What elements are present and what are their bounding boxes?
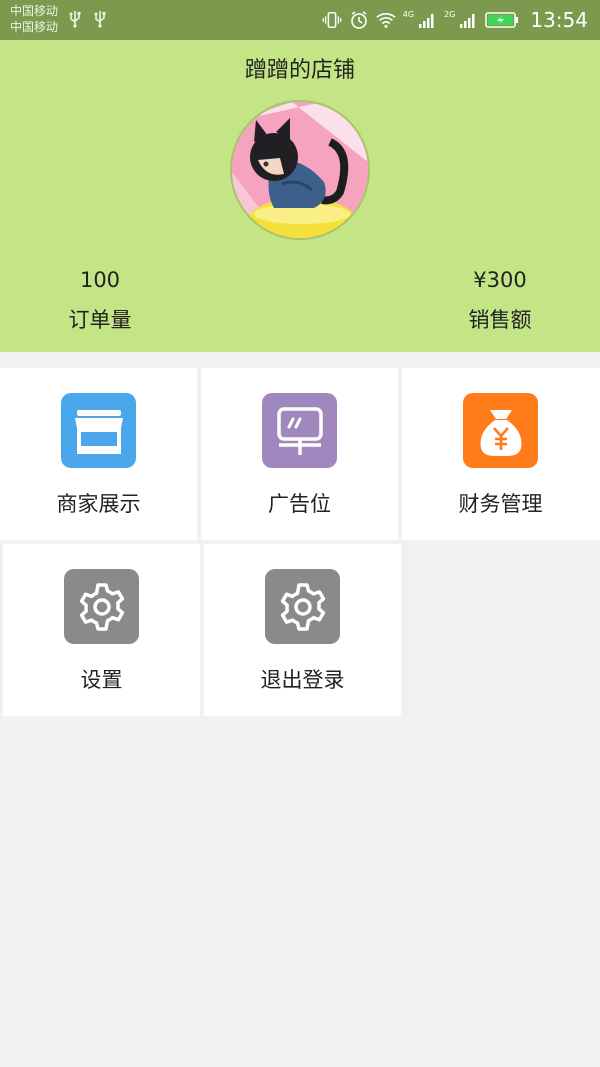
alarm-icon — [349, 10, 369, 30]
orders-stat: 100 订单量 — [0, 268, 200, 334]
tile-settings[interactable]: 设置 — [3, 544, 200, 716]
status-bar: 中国移动 中国移动 4G 2G 13:54 — [0, 0, 600, 40]
shop-name: 蹭蹭的店铺 — [244, 58, 355, 83]
gear-icon — [265, 569, 340, 644]
network-type-2: 2G — [444, 9, 456, 19]
signal-icon — [417, 10, 437, 30]
network-type-1: 4G — [402, 9, 415, 19]
signal-icon — [458, 10, 478, 30]
shop-avatar[interactable] — [230, 100, 370, 240]
tile-label: 设置 — [80, 668, 123, 692]
tile-merchant-showcase[interactable]: 商家展示 — [0, 368, 197, 540]
tile-ad-slot[interactable]: 广告位 — [201, 368, 398, 540]
usb-icon — [68, 10, 82, 32]
battery-icon — [485, 12, 519, 28]
tile-finance[interactable]: 财务管理 — [402, 368, 600, 540]
tile-logout[interactable]: 退出登录 — [204, 544, 401, 716]
clock: 13:54 — [530, 8, 588, 32]
tile-label: 广告位 — [268, 492, 331, 516]
vibrate-icon — [322, 10, 342, 30]
carrier-1: 中国移动 — [10, 4, 59, 18]
gear-icon — [64, 569, 139, 644]
usb-icon — [93, 10, 107, 32]
storefront-icon — [61, 393, 136, 468]
carrier-info: 中国移动 中国移动 — [10, 3, 58, 35]
tile-label: 财务管理 — [458, 492, 543, 516]
tile-label: 商家展示 — [56, 492, 141, 516]
orders-label: 订单量 — [68, 308, 132, 332]
tile-label: 退出登录 — [260, 668, 345, 692]
sales-value: ¥300 — [473, 268, 527, 292]
sales-stat: ¥300 销售额 — [400, 268, 600, 334]
orders-value: 100 — [79, 268, 121, 292]
wifi-icon — [376, 10, 396, 30]
avatar-image — [232, 102, 368, 238]
money-bag-icon — [463, 393, 538, 468]
shop-header: 蹭蹭的店铺 100 订单量 ¥300 销售额 — [0, 40, 600, 352]
billboard-icon — [262, 393, 337, 468]
sales-label: 销售额 — [468, 308, 532, 332]
carrier-2: 中国移动 — [10, 20, 59, 34]
